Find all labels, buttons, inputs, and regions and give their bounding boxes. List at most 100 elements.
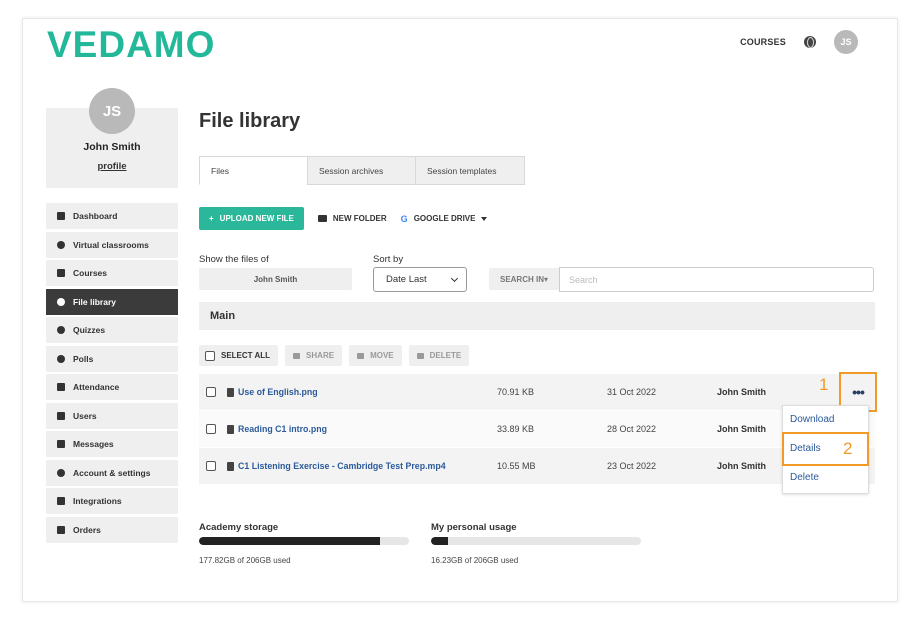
file-date: 28 Oct 2022 bbox=[607, 424, 657, 434]
academy-storage-label: Academy storage bbox=[199, 522, 279, 533]
row-checkbox[interactable] bbox=[206, 387, 216, 397]
sidebar-item-label: Users bbox=[73, 410, 97, 421]
grid-icon bbox=[57, 212, 65, 220]
globe-icon[interactable] bbox=[804, 36, 816, 48]
document-icon bbox=[57, 383, 65, 391]
sidebar-item-users[interactable]: Users bbox=[46, 402, 178, 429]
owner-select[interactable]: John Smith bbox=[199, 268, 352, 290]
file-list: Use of English.png 70.91 KB 31 Oct 2022 … bbox=[199, 374, 875, 485]
row-checkbox[interactable] bbox=[206, 424, 216, 434]
search-in-dropdown[interactable]: SEARCH IN▾ bbox=[489, 268, 559, 290]
file-name-link[interactable]: C1 Listening Exercise - Cambridge Test P… bbox=[227, 461, 446, 471]
question-icon bbox=[57, 354, 65, 363]
sidebar-item-label: Courses bbox=[73, 268, 108, 278]
file-owner: John Smith bbox=[717, 461, 766, 471]
file-name: Use of English.png bbox=[238, 387, 318, 397]
cloud-upload-icon bbox=[57, 297, 65, 306]
sidebar-item-courses[interactable]: Courses bbox=[46, 260, 178, 286]
caret-down-icon bbox=[481, 216, 488, 221]
bulk-actions: SELECT ALL SHARE MOVE DELETE bbox=[199, 345, 470, 366]
sidebar-item-orders[interactable]: Orders bbox=[46, 516, 178, 543]
cart-icon bbox=[57, 525, 65, 534]
table-row[interactable]: C1 Listening Exercise - Cambridge Test P… bbox=[199, 448, 875, 485]
profile-link[interactable]: profile bbox=[46, 161, 178, 172]
academy-storage-fill bbox=[199, 537, 381, 545]
file-name-link[interactable]: Reading C1 intro.png bbox=[227, 424, 327, 434]
menu-item-download[interactable]: Download bbox=[790, 414, 834, 425]
sidebar-item-label: Orders bbox=[73, 524, 101, 535]
profile-card: JS John Smith profile bbox=[46, 88, 178, 188]
users-icon bbox=[57, 411, 65, 420]
courses-link[interactable]: COURSES bbox=[740, 37, 786, 47]
play-circle-icon bbox=[57, 240, 65, 249]
trash-icon bbox=[416, 352, 424, 359]
folder-header[interactable]: Main bbox=[199, 302, 875, 330]
delete-button[interactable]: DELETE bbox=[408, 345, 470, 366]
sidebar-item-label: Polls bbox=[73, 353, 94, 364]
new-folder-button[interactable]: NEW FOLDER bbox=[317, 214, 387, 223]
tab-files[interactable]: Files bbox=[199, 156, 308, 185]
vedamo-logo[interactable]: VEDAMO bbox=[47, 24, 215, 66]
sidebar: Dashboard Virtual classrooms Courses Fil… bbox=[46, 203, 178, 545]
show-files-label: Show the files of bbox=[199, 254, 269, 265]
select-all-checkbox[interactable] bbox=[205, 350, 215, 361]
personal-usage-used: 16.23GB of 206GB used bbox=[431, 556, 519, 565]
file-size: 10.55 MB bbox=[497, 461, 536, 471]
user-avatar[interactable]: JS bbox=[834, 30, 858, 54]
share-button[interactable]: SHARE bbox=[285, 345, 343, 366]
table-row[interactable]: Use of English.png 70.91 KB 31 Oct 2022 … bbox=[199, 374, 875, 411]
file-name-link[interactable]: Use of English.png bbox=[227, 387, 318, 397]
video-file-icon bbox=[227, 461, 234, 471]
folder-icon bbox=[317, 215, 327, 222]
sidebar-item-label: Messages bbox=[73, 439, 114, 449]
sidebar-item-polls[interactable]: Polls bbox=[46, 345, 178, 372]
delete-label: DELETE bbox=[429, 351, 462, 360]
sidebar-item-virtual-classrooms[interactable]: Virtual classrooms bbox=[46, 231, 178, 258]
tab-session-archives[interactable]: Session archives bbox=[307, 156, 416, 185]
sidebar-item-label: File library bbox=[73, 296, 116, 307]
sidebar-item-messages[interactable]: Messages bbox=[46, 431, 178, 457]
sidebar-item-file-library[interactable]: File library bbox=[46, 288, 178, 315]
personal-usage-bar bbox=[431, 537, 641, 545]
personal-usage-fill bbox=[431, 537, 448, 545]
share-icon bbox=[293, 352, 301, 359]
menu-item-delete[interactable]: Delete bbox=[790, 472, 819, 483]
share-label: SHARE bbox=[306, 351, 335, 360]
sidebar-item-label: Quizzes bbox=[73, 325, 106, 335]
sort-select[interactable]: Date Last bbox=[373, 267, 467, 292]
select-all-button[interactable]: SELECT ALL bbox=[199, 345, 279, 366]
sidebar-item-integrations[interactable]: Integrations bbox=[46, 488, 178, 514]
file-owner: John Smith bbox=[717, 387, 766, 397]
sort-label: Sort by bbox=[373, 254, 404, 265]
sidebar-item-dashboard[interactable]: Dashboard bbox=[46, 203, 178, 229]
file-date: 31 Oct 2022 bbox=[607, 387, 657, 397]
tab-session-templates[interactable]: Session templates bbox=[415, 156, 525, 185]
sidebar-item-label: Virtual classrooms bbox=[73, 239, 149, 250]
top-navigation: COURSES JS bbox=[740, 30, 858, 54]
sidebar-item-attendance[interactable]: Attendance bbox=[46, 374, 178, 400]
academy-storage-used: 177.82GB of 206GB used bbox=[199, 556, 291, 565]
search-input[interactable] bbox=[559, 267, 874, 292]
file-date: 23 Oct 2022 bbox=[607, 461, 657, 471]
profile-name: John Smith bbox=[83, 141, 141, 153]
google-drive-button[interactable]: G GOOGLE DRIVE bbox=[401, 214, 488, 224]
new-folder-label: NEW FOLDER bbox=[332, 214, 387, 223]
sidebar-item-quizzes[interactable]: Quizzes bbox=[46, 317, 178, 343]
table-row[interactable]: Reading C1 intro.png 33.89 KB 28 Oct 202… bbox=[199, 411, 875, 448]
book-icon bbox=[57, 269, 65, 277]
question-icon bbox=[57, 326, 65, 334]
file-owner: John Smith bbox=[717, 424, 766, 434]
sidebar-item-account-settings[interactable]: Account & settings bbox=[46, 459, 178, 486]
row-checkbox[interactable] bbox=[206, 461, 216, 471]
upload-label: UPLOAD NEW FILE bbox=[219, 214, 294, 223]
file-name: C1 Listening Exercise - Cambridge Test P… bbox=[238, 461, 446, 471]
sidebar-item-label: Integrations bbox=[73, 496, 122, 506]
image-file-icon bbox=[227, 387, 234, 397]
sidebar-item-label: Account & settings bbox=[73, 467, 151, 478]
move-button[interactable]: MOVE bbox=[349, 345, 402, 366]
upload-new-file-button[interactable]: + UPLOAD NEW FILE bbox=[199, 207, 304, 230]
file-actions: + UPLOAD NEW FILE NEW FOLDER G GOOGLE DRIV… bbox=[199, 207, 488, 230]
details-highlight bbox=[782, 432, 869, 466]
page-title: File library bbox=[199, 110, 301, 132]
select-all-label: SELECT ALL bbox=[221, 351, 271, 360]
